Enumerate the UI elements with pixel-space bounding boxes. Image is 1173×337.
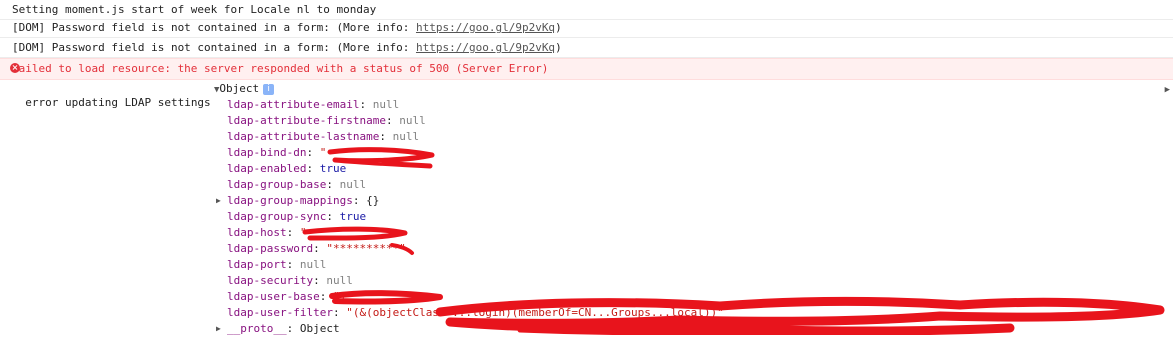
expand-right-icon[interactable]: ▶ [216, 193, 221, 209]
console-message: Setting moment.js start of week for Loca… [0, 0, 1173, 20]
object-expander[interactable]: ▼Object i [214, 82, 275, 97]
object-label: Object [219, 82, 260, 95]
info-icon[interactable]: i [263, 83, 275, 95]
property-row: ldap-user-filter: "(&(objectClass=...log… [227, 306, 724, 319]
error-icon: × [10, 63, 20, 73]
expand-right-icon[interactable]: ▶ [1165, 85, 1170, 95]
error-text: Failed to load resource: the server resp… [12, 62, 549, 75]
property-row: ldap-host: " [227, 226, 307, 239]
property-row: ldap-bind-dn: " [227, 146, 327, 159]
property-row: ldap-group-base: null [227, 178, 367, 191]
property-row: ldap-enabled: true [227, 162, 347, 175]
property-row: ldap-attribute-email: null [227, 98, 400, 111]
property-row: ldap-attribute-firstname: null [227, 114, 426, 127]
property-row: ldap-security: null [227, 274, 353, 287]
console-log-entry: error updating LDAP settings ▼Object i [12, 82, 275, 124]
property-row: ldap-attribute-lastname: null [227, 130, 420, 143]
property-row: ldap-group-sync: true [227, 210, 367, 223]
more-info-link[interactable]: https://goo.gl/9p2vKq [416, 21, 555, 34]
more-info-link[interactable]: https://goo.gl/9p2vKq [416, 41, 555, 54]
console-error-message: × Failed to load resource: the server res… [0, 58, 1173, 80]
console-message-text: Setting moment.js start of week for Loca… [12, 3, 377, 16]
console-message-text: [DOM] Password field is not contained in… [12, 21, 416, 34]
console-message: [DOM] Password field is not contained in… [0, 18, 1173, 38]
property-row: ldap-user-base: "1" [227, 290, 353, 303]
console-message-text: [DOM] Password field is not contained in… [12, 41, 416, 54]
property-row: ldap-password: "**********" [227, 242, 406, 255]
property-row-expandable[interactable]: ▶ ldap-group-mappings: {} [216, 193, 724, 209]
property-row: ldap-port: null [227, 258, 327, 271]
console-message: [DOM] Password field is not contained in… [0, 38, 1173, 58]
log-label: error updating LDAP settings [25, 96, 211, 109]
object-properties: ldap-attribute-email: null ldap-attribut… [216, 97, 724, 337]
